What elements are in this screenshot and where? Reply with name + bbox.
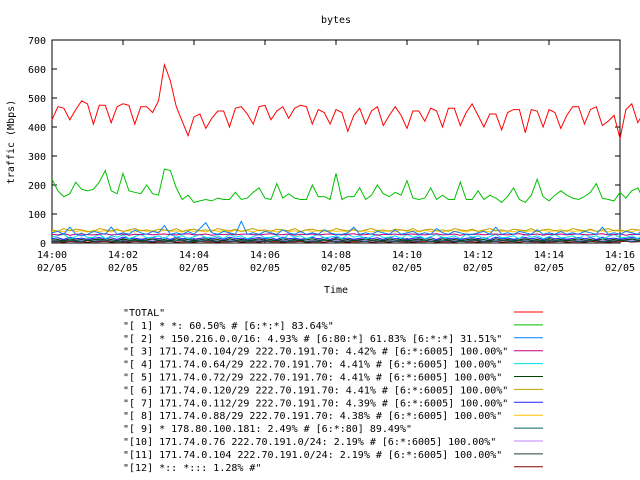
x-tick-label-time: 14:06 [250, 250, 280, 261]
series-line-2 [51, 220, 640, 237]
legend: "TOTAL" "[ 1] * *: 60.50% # [6:*:*] 83.64… [123, 308, 543, 474]
legend-label: "TOTAL" [123, 308, 165, 319]
x-tick-label-date: 02/05 [250, 263, 280, 274]
y-tick-label: 400 [28, 123, 46, 134]
x-tick-label-time: 14:16 [605, 250, 635, 261]
x-tick-label-time: 14:10 [392, 250, 422, 261]
x-tick-label-time: 14:08 [321, 250, 351, 261]
legend-label: "[ 3] 171.74.0.104/29 222.70.191.70: 4.4… [123, 347, 508, 358]
x-tick-label-time: 14:04 [179, 250, 209, 261]
legend-label: "[ 5] 171.74.0.72/29 222.70.191.70: 4.41… [123, 373, 502, 384]
x-tick-label-date: 02/05 [534, 263, 564, 274]
legend-label: "[ 9] * 178.80.100.181: 2.49% # [6:*:80]… [123, 424, 412, 435]
series-line-1 [51, 168, 640, 204]
y-tick-label: 500 [28, 94, 46, 105]
x-tick-label-time: 14:14 [534, 250, 564, 261]
x-tick-label-date: 02/05 [605, 263, 635, 274]
chart-canvas: bytes traffic (Mbps) Time 0 100 200 300 400 5… [6, 15, 640, 474]
plot-frame [51, 39, 621, 244]
legend-label: "[ 7] 171.74.0.112/29 222.70.191.70: 4.3… [123, 398, 508, 409]
x-tick-label-time: 14:02 [108, 250, 138, 261]
x-tick-label-date: 02/05 [392, 263, 422, 274]
legend-label: "[ 2] * 150.216.0.0/16: 4.93% # [6:80:*]… [123, 334, 502, 345]
x-tick-label-time: 14:00 [37, 250, 67, 261]
legend-label: "[10] 171.74.0.76 222.70.191.0/24: 2.19%… [123, 437, 496, 448]
series-lines [51, 62, 640, 243]
y-axis-label: traffic (Mbps) [6, 100, 17, 184]
y-tick-label: 700 [28, 36, 46, 47]
x-tick-label-date: 02/05 [321, 263, 351, 274]
x-tick-label-date: 02/05 [108, 263, 138, 274]
y-tick-label: 0 [40, 239, 46, 250]
y-tick-label: 100 [28, 210, 46, 221]
legend-label: "[ 4] 171.74.0.64/29 222.70.191.70: 4.41… [123, 360, 502, 371]
series-line-0 [51, 62, 640, 139]
x-tick-label-time: 14:12 [463, 250, 493, 261]
legend-label: "[ 1] * *: 60.50% # [6:*:*] 83.64%" [123, 321, 334, 332]
y-tick-label: 600 [28, 65, 46, 76]
legend-label: "[ 8] 171.74.0.88/29 222.70.191.70: 4.38… [123, 411, 502, 422]
x-tick-label-date: 02/05 [37, 263, 67, 274]
legend-label: "[ 6] 171.74.0.120/29 222.70.191.70: 4.4… [123, 385, 508, 396]
x-axis-label: Time [324, 285, 348, 296]
y-tick-label: 200 [28, 181, 46, 192]
y-tick-label: 300 [28, 152, 46, 163]
x-tick-label-date: 02/05 [179, 263, 209, 274]
chart-title: bytes [321, 15, 351, 26]
legend-label: "[12] *:: *::: 1.28% #" [123, 463, 261, 474]
legend-label: "[11] 171.74.0.104 222.70.191.0/24: 2.19… [123, 450, 502, 461]
x-tick-label-date: 02/05 [463, 263, 493, 274]
